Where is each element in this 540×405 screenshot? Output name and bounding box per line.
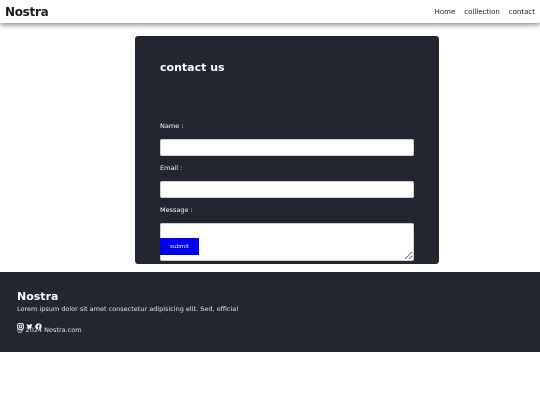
footer-brand: Nostra xyxy=(17,290,59,303)
contact-form-card: contact us Name : Email : Message : subm… xyxy=(135,36,439,264)
email-input[interactable] xyxy=(160,181,414,198)
navbar: Nostra Home colllection contact xyxy=(0,0,540,23)
footer: Nostra Lorem ipsum dolor sit amet consec… xyxy=(0,272,540,352)
twitter-icon[interactable] xyxy=(26,315,33,329)
footer-copyright: @ 2024 Nostra.com xyxy=(17,326,82,334)
nav-links: Home colllection contact xyxy=(435,8,535,16)
facebook-icon[interactable] xyxy=(35,315,42,330)
message-label: Message : xyxy=(160,206,193,214)
submit-button[interactable]: submit xyxy=(160,238,199,255)
nav-link-collection[interactable]: colllection xyxy=(464,8,500,16)
brand-logo[interactable]: Nostra xyxy=(5,5,49,19)
name-label: Name : xyxy=(160,122,184,130)
form-title: contact us xyxy=(160,61,225,74)
social-links xyxy=(17,315,42,330)
name-input[interactable] xyxy=(160,139,414,156)
email-label: Email : xyxy=(160,164,183,172)
nav-link-home[interactable]: Home xyxy=(435,8,456,16)
instagram-icon[interactable] xyxy=(17,315,24,330)
nav-link-contact[interactable]: contact xyxy=(509,8,535,16)
footer-description: Lorem ipsum dolor sit amet consectetur a… xyxy=(17,305,239,313)
